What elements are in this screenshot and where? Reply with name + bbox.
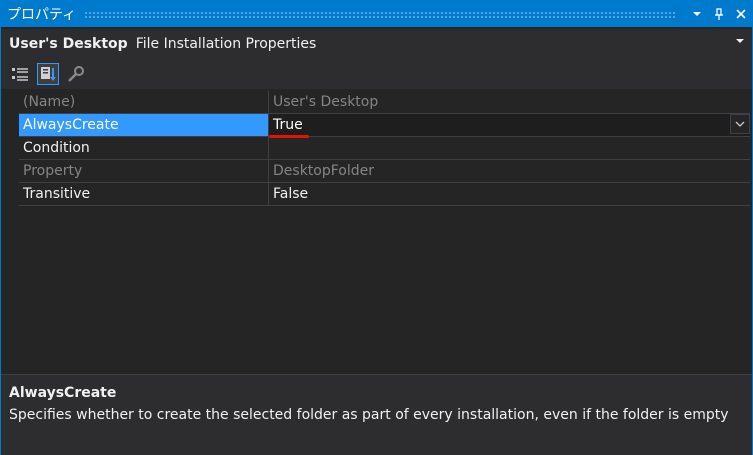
property-grid: (Name) User's Desktop AlwaysCreate True … xyxy=(1,89,752,374)
dropdown-icon[interactable] xyxy=(686,3,708,25)
property-name: AlwaysCreate xyxy=(19,114,269,136)
property-name: Condition xyxy=(19,137,269,159)
property-row[interactable]: Property DesktopFolder xyxy=(19,160,750,183)
title-bar[interactable]: プロパティ xyxy=(1,1,752,27)
alphabetical-icon[interactable] xyxy=(37,63,59,85)
property-value-field[interactable]: True xyxy=(269,114,750,138)
description-pane: AlwaysCreate Specifies whether to create… xyxy=(1,374,752,455)
object-type: File Installation Properties xyxy=(135,36,317,52)
property-name: Property xyxy=(19,160,269,182)
properties-window: プロパティ User's Desktop File Installation P… xyxy=(0,0,753,455)
property-row[interactable]: (Name) User's Desktop xyxy=(19,91,750,114)
property-row[interactable]: Condition xyxy=(19,137,750,160)
description-title: AlwaysCreate xyxy=(9,385,117,401)
title-grip[interactable] xyxy=(84,10,676,18)
property-value[interactable] xyxy=(269,137,750,159)
categorized-icon[interactable] xyxy=(9,63,31,85)
description-text: Specifies whether to create the selected… xyxy=(9,407,729,423)
property-row-selected[interactable]: AlwaysCreate True xyxy=(19,114,750,138)
grid-gutter xyxy=(1,89,19,374)
chevron-down-icon[interactable] xyxy=(730,114,750,134)
close-icon[interactable] xyxy=(730,3,752,25)
property-value[interactable]: False xyxy=(269,183,750,205)
property-row[interactable]: Transitive False xyxy=(19,183,750,206)
object-selector[interactable]: User's Desktop File Installation Propert… xyxy=(1,29,752,59)
property-value: User's Desktop xyxy=(273,94,379,110)
property-value: DesktopFolder xyxy=(273,163,375,179)
pin-icon[interactable] xyxy=(708,3,730,25)
property-pages-icon[interactable] xyxy=(65,63,87,85)
property-name: (Name) xyxy=(19,91,269,113)
chevron-down-icon[interactable] xyxy=(736,39,744,43)
properties-toolbar xyxy=(1,59,752,89)
property-name: Transitive xyxy=(19,183,269,205)
window-title: プロパティ xyxy=(7,7,77,23)
object-name: User's Desktop xyxy=(9,36,128,52)
property-value: True xyxy=(273,117,303,133)
